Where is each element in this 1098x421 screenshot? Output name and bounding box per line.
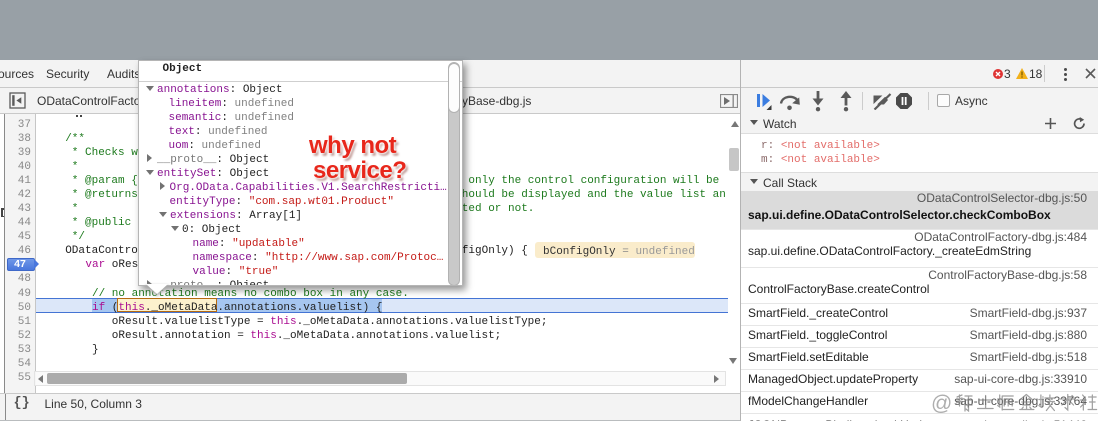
svg-text:@: @ [931, 392, 952, 415]
